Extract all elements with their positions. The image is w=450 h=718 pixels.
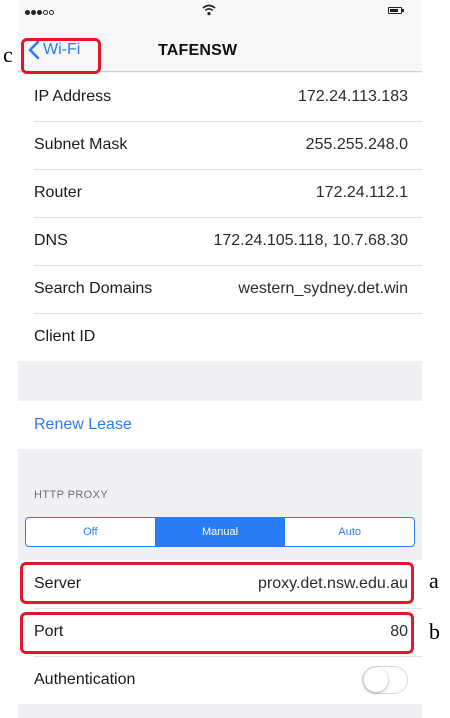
router-value: 172.24.112.1	[315, 184, 408, 201]
proxy-mode-manual[interactable]: Manual	[155, 518, 286, 546]
search-domains-label: Search Domains	[34, 280, 153, 297]
status-bar	[18, 0, 422, 22]
authentication-label: Authentication	[34, 671, 136, 688]
signal-dots-icon	[25, 10, 54, 15]
subnet-mask-row: Subnet Mask 255.255.248.0	[18, 121, 422, 169]
proxy-mode-segmented-control[interactable]: Off Manual Auto	[25, 517, 415, 547]
renew-lease-button[interactable]: Renew Lease	[34, 416, 132, 434]
proxy-mode-auto[interactable]: Auto	[285, 518, 414, 546]
router-label: Router	[34, 184, 83, 201]
router-row: Router 172.24.112.1	[18, 169, 422, 217]
callout-letter-c: c	[3, 42, 13, 67]
callout-box-b	[20, 612, 414, 654]
wifi-icon	[202, 4, 216, 16]
callout-letter-b: b	[429, 619, 440, 644]
ip-address-value: 172.24.113.183	[297, 88, 408, 105]
renew-lease-row[interactable]: Renew Lease	[18, 401, 422, 449]
authentication-toggle[interactable]	[362, 666, 408, 694]
proxy-mode-off[interactable]: Off	[26, 518, 156, 546]
dns-row: DNS 172.24.105.118, 10.7.68.30	[18, 217, 422, 265]
search-domains-row: Search Domains western_sydney.det.win	[18, 265, 422, 313]
callout-letter-a: a	[429, 568, 439, 593]
subnet-mask-label: Subnet Mask	[34, 136, 128, 153]
ip-address-row: IP Address 172.24.113.183	[18, 73, 422, 121]
dns-value: 172.24.105.118, 10.7.68.30	[213, 232, 408, 249]
battery-icon	[388, 7, 404, 14]
callout-box-a	[20, 562, 414, 604]
search-domains-value: western_sydney.det.win	[238, 280, 408, 297]
authentication-row: Authentication	[18, 656, 422, 704]
ip-address-label: IP Address	[34, 88, 112, 105]
toggle-knob	[364, 668, 388, 692]
client-id-label: Client ID	[34, 328, 96, 345]
dns-label: DNS	[34, 232, 68, 249]
network-info-list: IP Address 172.24.113.183 Subnet Mask 25…	[18, 73, 422, 361]
callout-box-c	[21, 38, 101, 74]
page-title: TAFENSW	[158, 42, 238, 59]
http-proxy-section-header: HTTP PROXY	[34, 489, 109, 501]
bottom-spacer	[18, 704, 422, 718]
renew-lease-group: Renew Lease	[18, 401, 422, 449]
client-id-row[interactable]: Client ID	[18, 313, 422, 361]
phone-screen: Wi-Fi TAFENSW IP Address 172.24.113.183 …	[18, 0, 422, 718]
subnet-mask-value: 255.255.248.0	[305, 136, 408, 153]
